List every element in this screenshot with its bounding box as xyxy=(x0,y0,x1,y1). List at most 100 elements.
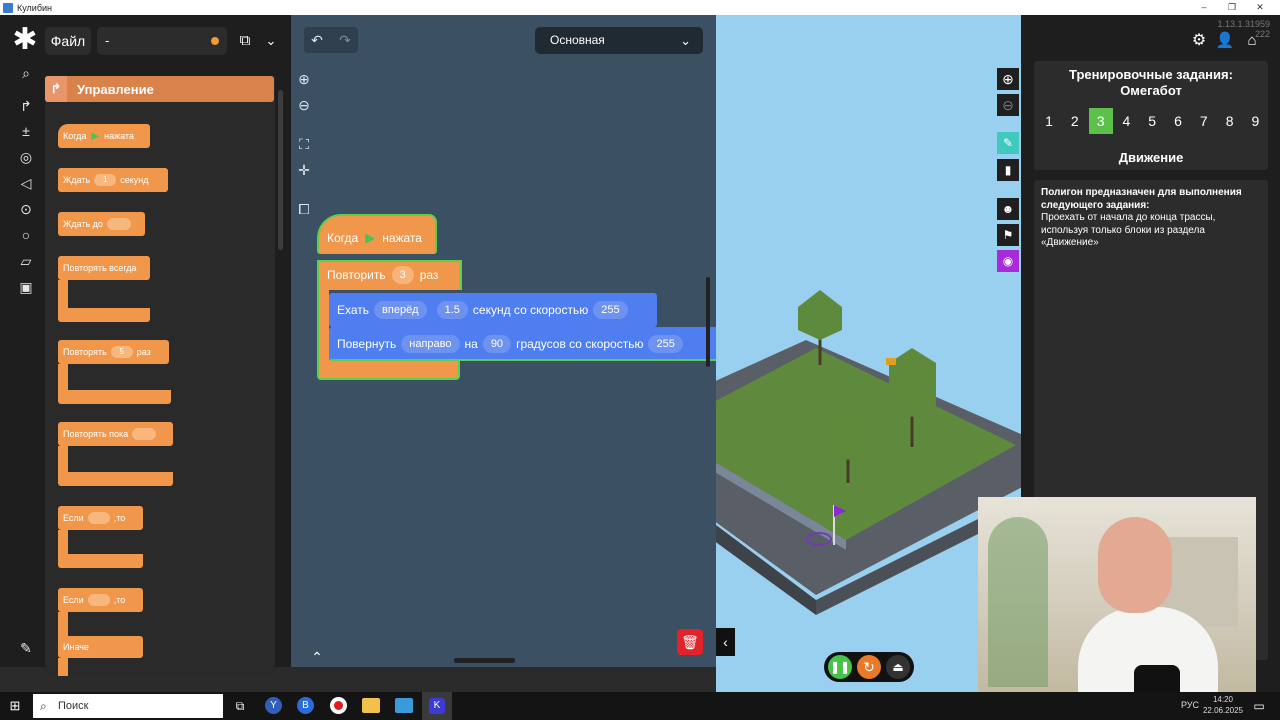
code-workspace[interactable]: ↶ ↷ Основная ⌄ ⊕ ⊖ ⛶ ✛ ⧠ Когда ▶ нажата … xyxy=(291,15,716,667)
fit-icon[interactable]: ⛶ xyxy=(292,133,316,155)
puzzle-icon[interactable]: ⧉ xyxy=(234,29,256,53)
tree-crown xyxy=(798,290,842,340)
palette-block-repeat-while[interactable]: Повторять пока xyxy=(58,422,173,446)
task-number-7[interactable]: 7 xyxy=(1192,108,1216,134)
move-seconds-input[interactable]: 1.5 xyxy=(436,301,468,319)
robot-icon[interactable]: ☻ xyxy=(997,198,1019,220)
trash-icon[interactable]: 🗑 xyxy=(677,629,703,655)
palette-scrollbar[interactable] xyxy=(278,90,283,250)
windows-icon[interactable]: ⊞ xyxy=(7,698,23,714)
task-number-3[interactable]: 3 xyxy=(1088,108,1113,134)
turn-degrees-input[interactable]: 90 xyxy=(482,335,512,353)
notifications-icon[interactable]: ▭ xyxy=(1251,698,1267,714)
marker-tool-icon[interactable]: ▮ xyxy=(997,159,1019,181)
sensors-category-icon[interactable]: ⊙ xyxy=(14,198,38,220)
eraser-category-icon[interactable]: ▱ xyxy=(14,250,38,272)
flag-icon[interactable]: ⚑ xyxy=(997,224,1019,246)
workspace-select[interactable]: Основная ⌄ xyxy=(535,27,703,54)
yandex-browser-icon[interactable]: Y xyxy=(265,697,282,714)
redo-icon[interactable]: ↷ xyxy=(333,29,357,51)
collapse-stage-button[interactable]: ‹ xyxy=(716,628,735,656)
repeat-block[interactable]: Повторить 3 раз xyxy=(327,265,438,285)
home-icon[interactable]: ⌂ xyxy=(1241,29,1263,53)
task-number-6[interactable]: 6 xyxy=(1166,108,1190,134)
palette-block-wait-until[interactable]: Ждать до xyxy=(58,212,145,236)
clock[interactable]: 14:20 22.06.2025 xyxy=(1199,694,1247,718)
pause-icon[interactable]: ❚❚ xyxy=(828,655,852,679)
palette-block-wait[interactable]: Ждать 1 секунд xyxy=(58,168,168,192)
unsaved-dot xyxy=(211,37,219,45)
move-speed-input[interactable]: 255 xyxy=(593,301,628,319)
task-number-5[interactable]: 5 xyxy=(1140,108,1164,134)
task-number-8[interactable]: 8 xyxy=(1218,108,1242,134)
block-label: градусов со скоростью xyxy=(516,337,644,351)
file-explorer-icon[interactable] xyxy=(362,698,380,713)
app-window-icon[interactable] xyxy=(395,698,413,713)
task-number-1[interactable]: 1 xyxy=(1037,108,1061,134)
operators-category-icon[interactable]: ± xyxy=(14,120,38,142)
undo-icon[interactable]: ↶ xyxy=(305,29,329,51)
zoom-out-icon[interactable]: ⊖ xyxy=(292,94,316,116)
project-name-field[interactable]: - xyxy=(97,27,227,55)
palette-block-forever[interactable]: Повторять всегда xyxy=(58,256,150,280)
window-titlebar: Кулибин – ❐ ✕ xyxy=(0,0,1280,15)
move-direction-dropdown[interactable]: вперёд xyxy=(374,301,427,319)
language-indicator[interactable]: РУС xyxy=(1181,700,1201,712)
logo-icon[interactable]: ✱ xyxy=(10,25,40,55)
block-label: секунд xyxy=(120,175,149,185)
control-category-icon[interactable]: ↱ xyxy=(14,95,38,117)
restart-icon[interactable]: ↻ xyxy=(857,655,881,679)
cube-category-icon[interactable]: ▣ xyxy=(14,276,38,298)
palette-block-if-else[interactable]: Если ,то xyxy=(58,588,143,612)
turn-direction-dropdown[interactable]: направо xyxy=(401,335,460,353)
vk-icon[interactable]: В xyxy=(297,697,314,714)
block-label: нажата xyxy=(104,131,134,141)
flag-icon: ▶ xyxy=(365,230,376,245)
task-view-icon[interactable]: ⧉ xyxy=(232,698,248,714)
task-number-4[interactable]: 4 xyxy=(1114,108,1138,134)
hat-block[interactable]: Когда ▶ нажата xyxy=(327,227,422,249)
block-label: ,то xyxy=(113,513,126,523)
sound-category-icon[interactable]: ◁ xyxy=(14,172,38,194)
workspace-scrollbar-v[interactable] xyxy=(706,277,710,367)
user-icon[interactable]: 👤 xyxy=(1214,29,1236,53)
file-menu-button[interactable]: Файл xyxy=(45,27,91,55)
maximize-button[interactable]: ❐ xyxy=(1218,0,1246,15)
zoom-in-icon[interactable]: ⊕ xyxy=(997,68,1019,90)
taskbar-search[interactable]: ⌕ Поиск xyxy=(33,694,223,718)
move-block[interactable]: Ехать вперёд 1.5 секунд со скоростью 255 xyxy=(337,299,633,321)
pencil-icon[interactable]: ✎ xyxy=(14,637,38,659)
turn-block[interactable]: Повернуть направо на 90 градусов со скор… xyxy=(337,333,688,355)
search-icon[interactable]: ⌕ xyxy=(14,62,38,84)
zoom-in-icon[interactable]: ⊕ xyxy=(292,68,316,90)
screenshot-icon[interactable]: ⧠ xyxy=(292,198,316,220)
eraser-tool-icon[interactable]: ✎ xyxy=(997,132,1019,154)
camera-view-icon[interactable]: ◉ xyxy=(997,250,1019,272)
workspace-scrollbar-h[interactable] xyxy=(454,658,515,663)
left-panel: ✱ Файл - ⧉ ⌄ ⌕ ↱ ± ◎ ◁ ⊙ ○ ▱ ▣ ✎ ↱ Управ… xyxy=(0,15,291,676)
zoom-out-icon[interactable]: ⊖ xyxy=(997,94,1019,116)
palette-block-repeat[interactable]: Повторять 5 раз xyxy=(58,340,169,364)
block-c-arm xyxy=(58,280,68,310)
simulation-stage[interactable]: ⊕ ⊖ ✎ ▮ ☻ ⚑ ◉ ‹ ❚❚ ↻ ⏏ xyxy=(716,15,1021,692)
task-number-2[interactable]: 2 xyxy=(1063,108,1087,134)
block-c-arm xyxy=(58,612,68,638)
palette-block-if[interactable]: Если ,то xyxy=(58,506,143,530)
record-icon[interactable] xyxy=(330,697,347,714)
turn-speed-input[interactable]: 255 xyxy=(648,335,683,353)
kulibin-taskbar-item[interactable]: K xyxy=(422,692,452,720)
lights-category-icon[interactable]: ○ xyxy=(14,224,38,246)
task-number-9[interactable]: 9 xyxy=(1243,108,1267,134)
block-label: Если xyxy=(63,595,84,605)
center-icon[interactable]: ✛ xyxy=(292,159,316,181)
palette-block-when-clicked[interactable]: Когда ▶ нажата xyxy=(58,124,150,148)
upload-icon[interactable]: ⏏ xyxy=(886,655,910,679)
settings-icon[interactable]: ⚙ xyxy=(1188,29,1210,53)
chevron-down-icon[interactable]: ⌄ xyxy=(258,29,284,53)
close-button[interactable]: ✕ xyxy=(1246,0,1274,15)
chevron-up-icon[interactable]: ⌃ xyxy=(305,646,329,667)
block-input xyxy=(87,512,110,524)
minimize-button[interactable]: – xyxy=(1190,0,1218,15)
motion-category-icon[interactable]: ◎ xyxy=(14,146,38,168)
repeat-count-input[interactable]: 3 xyxy=(391,266,414,284)
